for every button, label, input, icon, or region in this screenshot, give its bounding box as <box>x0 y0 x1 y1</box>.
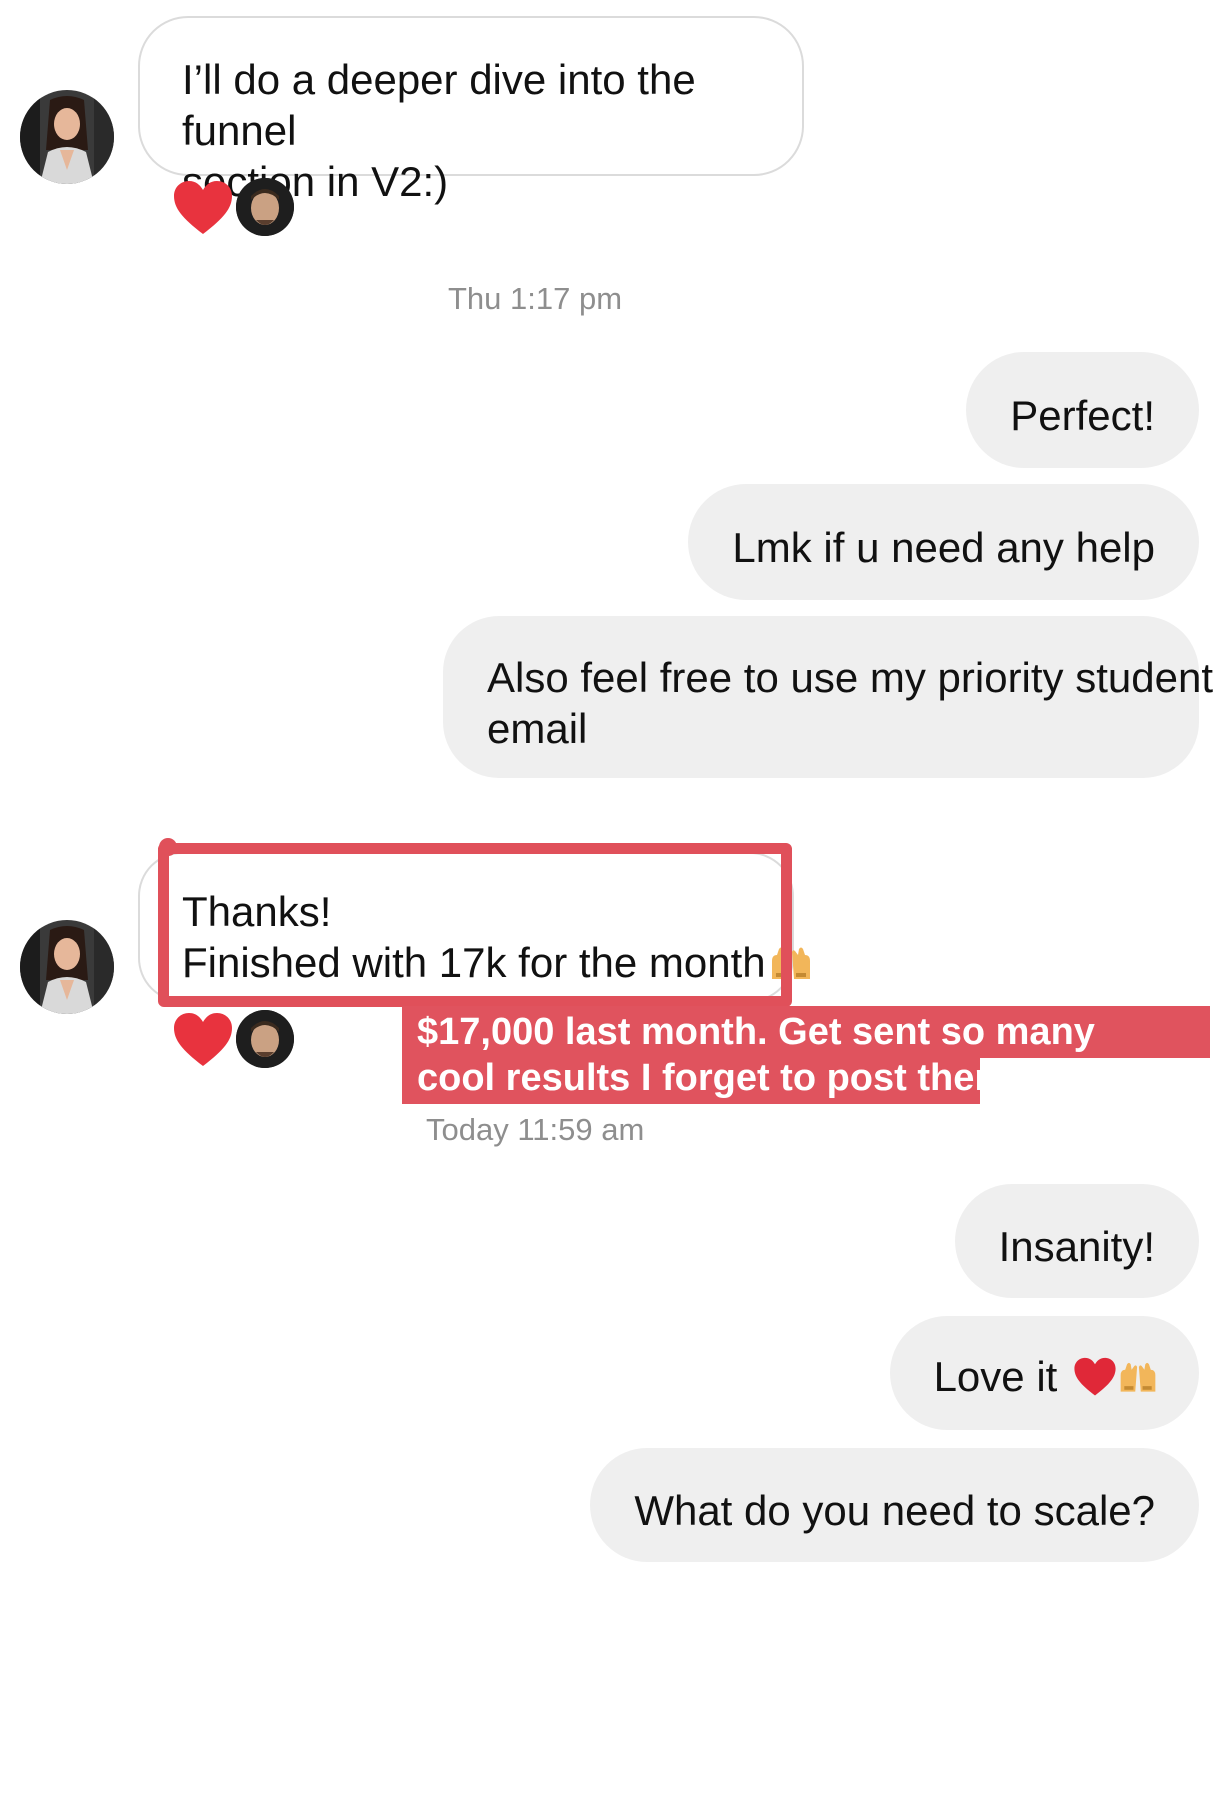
raising-hands-icon <box>1120 1362 1156 1392</box>
message-bubble[interactable]: What do you need to scale? <box>590 1448 1199 1562</box>
heart-icon[interactable] <box>172 1012 234 1068</box>
raising-hands-icon <box>771 947 810 979</box>
reactor-avatar[interactable] <box>236 1010 294 1068</box>
message-bubble[interactable]: Perfect! <box>966 352 1199 468</box>
message-bubble[interactable]: Lmk if u need any help <box>688 484 1199 600</box>
message-text: Insanity! <box>998 1223 1155 1270</box>
timestamp: Thu 1:17 pm <box>448 281 623 316</box>
message-bubble[interactable]: Love it <box>889 1316 1199 1430</box>
reactor-avatar[interactable] <box>236 178 294 236</box>
timestamp: Today 11:59 am <box>426 1112 645 1147</box>
message-text: What do you need to scale? <box>634 1487 1155 1534</box>
message-text-line: Also feel free to use my priority studen… <box>487 654 1213 701</box>
message-text: Lmk if u need any help <box>732 524 1155 571</box>
annotation-caption-line1: $17,000 last month. Get sent so many <box>402 1006 1210 1058</box>
sender-avatar[interactable] <box>20 90 114 184</box>
message-text-line: Finished with 17k for the month <box>182 937 810 988</box>
highlight-marker <box>159 838 177 856</box>
message-bubble[interactable]: Insanity! <box>954 1184 1199 1298</box>
message-text-line: I’ll do a deeper dive into the funnel <box>182 56 696 154</box>
heart-icon[interactable] <box>172 180 234 236</box>
message-bubble[interactable]: Also feel free to use my priority studen… <box>443 616 1213 778</box>
message-bubble[interactable]: I’ll do a deeper dive into the funnel se… <box>138 16 804 205</box>
message-bubble[interactable]: Thanks! Finished with 17k for the month <box>138 852 810 1002</box>
heart-emoji <box>1074 1357 1116 1396</box>
message-text-line: email <box>487 705 588 752</box>
message-text: Perfect! <box>1010 392 1155 439</box>
sender-avatar[interactable] <box>20 920 114 1014</box>
message-text: Love it <box>933 1353 1058 1400</box>
message-text-line: Thanks! <box>182 888 332 935</box>
annotation-caption-line2: cool results I forget to post them <box>402 1052 1008 1104</box>
